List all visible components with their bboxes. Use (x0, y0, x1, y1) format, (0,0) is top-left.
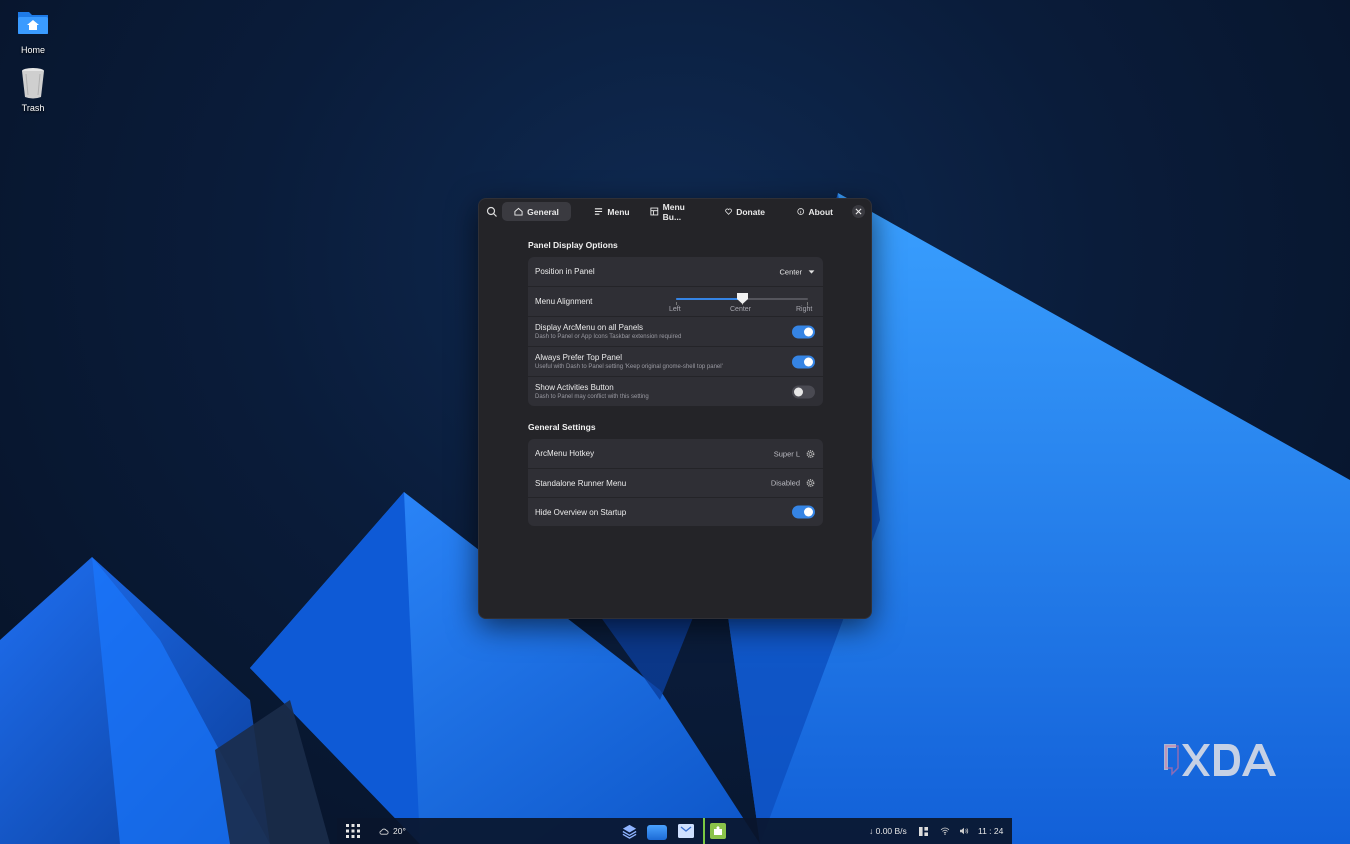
clock-time: 11 : 24 (978, 826, 1004, 836)
arcmenu-settings-window: General Menu Menu Bu... Donate About Pan… (478, 198, 872, 619)
desktop-icon-trash[interactable]: Trash (8, 66, 58, 113)
heart-icon (725, 208, 732, 215)
tab-donate[interactable]: Donate (717, 202, 773, 221)
app-grid-icon (346, 824, 360, 838)
slider-tick-label-right: Right (796, 306, 813, 313)
window-layout-icon (919, 826, 928, 836)
row-prefer-top-panel: Always Prefer Top Panel Useful with Dash… (528, 346, 823, 376)
display-all-panels-toggle[interactable] (792, 325, 815, 338)
slider-tick (676, 302, 677, 305)
home-folder-icon (16, 8, 50, 42)
tab-menu-button[interactable]: Menu Bu... (642, 201, 712, 222)
wifi-indicator[interactable] (940, 818, 950, 844)
slider-tick-label-left: Left (669, 306, 681, 313)
prefer-top-panel-toggle[interactable] (792, 355, 815, 368)
tab-label: About (808, 206, 833, 217)
header-bar: General Menu Menu Bu... Donate About (479, 199, 871, 225)
taskbar-files[interactable] (647, 818, 667, 844)
row-menu-alignment: Menu Alignment Left Center Right (528, 286, 823, 316)
menu-list-icon (595, 208, 603, 215)
row-title: Display ArcMenu on all Panels (535, 323, 644, 332)
desktop-icon-label: Trash (21, 103, 45, 113)
runner-value: Disabled (770, 478, 800, 488)
volume-icon (960, 827, 969, 835)
network-speed-value: ↓ 0.00 B/s (869, 826, 907, 836)
layout-indicator[interactable] (919, 818, 928, 844)
taskbar-extensions[interactable] (703, 818, 727, 844)
general-settings-group: ArcMenu Hotkey Super L Standalone Runner… (528, 439, 823, 526)
taskbar-app-stack[interactable] (621, 818, 638, 844)
xda-logo (1164, 744, 1276, 776)
dropdown-value: Center (779, 267, 802, 276)
gear-icon[interactable] (806, 449, 815, 458)
clock[interactable]: 11 : 24 (978, 818, 1003, 844)
files-icon (647, 824, 667, 840)
desktop-icon-home[interactable]: Home (8, 8, 58, 55)
tab-about[interactable]: About (789, 202, 841, 221)
hide-overview-toggle[interactable] (792, 505, 815, 519)
row-title: Always Prefer Top Panel (535, 353, 623, 362)
mail-icon (678, 824, 694, 838)
position-dropdown[interactable]: Center (779, 267, 815, 276)
row-show-activities-button: Show Activities Button Dash to Panel may… (528, 376, 823, 406)
taskbar: 20° ↓ 0.00 B/s 11 : 24 (337, 818, 1012, 844)
show-activities-toggle[interactable] (792, 385, 815, 398)
desktop-icon-label: Home (20, 45, 45, 55)
layers-icon (622, 824, 637, 839)
slider-tick-label-center: Center (730, 306, 752, 313)
tab-label: Menu (607, 206, 630, 217)
gear-icon[interactable] (806, 479, 815, 488)
row-subtitle: Useful with Dash to Panel setting 'Keep … (535, 364, 723, 370)
row-hide-overview: Hide Overview on Startup (528, 497, 823, 526)
search-icon (486, 206, 497, 217)
weather-temp: 20° (393, 826, 406, 836)
close-button[interactable] (852, 205, 865, 218)
row-arcmenu-hotkey[interactable]: ArcMenu Hotkey Super L (528, 439, 823, 468)
app-grid-button[interactable] (346, 818, 360, 844)
tab-label: Donate (736, 206, 765, 217)
row-standalone-runner[interactable]: Standalone Runner Menu Disabled (528, 468, 823, 497)
row-position-in-panel[interactable]: Position in Panel Center (528, 257, 823, 286)
search-button[interactable] (485, 205, 499, 219)
info-icon (797, 208, 805, 215)
tab-label: Menu Bu... (662, 201, 685, 222)
row-subtitle: Dash to Panel may conflict with this set… (535, 394, 649, 400)
cloud-icon (379, 828, 389, 835)
volume-indicator[interactable] (959, 818, 969, 844)
section-title-panel-display: Panel Display Options (528, 240, 618, 250)
hotkey-value: Super L (773, 449, 800, 458)
section-title-general-settings: General Settings (528, 422, 596, 432)
row-title: Hide Overview on Startup (535, 507, 627, 517)
tab-label: General (527, 206, 559, 217)
trash-icon (16, 66, 50, 100)
chevron-down-icon (808, 269, 815, 274)
slider-fill (676, 298, 742, 300)
home-icon (514, 207, 523, 216)
slider-handle[interactable] (737, 293, 748, 304)
close-icon (855, 208, 862, 215)
row-title: Show Activities Button (535, 383, 614, 392)
weather-indicator[interactable]: 20° (379, 818, 406, 844)
layout-icon (650, 207, 659, 216)
tab-menu[interactable]: Menu (582, 202, 642, 221)
row-subtitle: Dash to Panel or App Icons Taskbar exten… (535, 334, 682, 340)
wifi-icon (940, 827, 950, 835)
slider-tick (807, 302, 808, 305)
panel-display-group: Position in Panel Center Menu Alignment … (528, 257, 823, 406)
row-display-on-all-panels: Display ArcMenu on all Panels Dash to Pa… (528, 316, 823, 346)
taskbar-mail[interactable] (677, 818, 695, 844)
tab-general[interactable]: General (502, 202, 571, 221)
puzzle-icon (710, 823, 726, 839)
menu-alignment-slider[interactable]: Left Center Right (669, 290, 813, 316)
network-speed[interactable]: ↓ 0.00 B/s (869, 818, 907, 844)
